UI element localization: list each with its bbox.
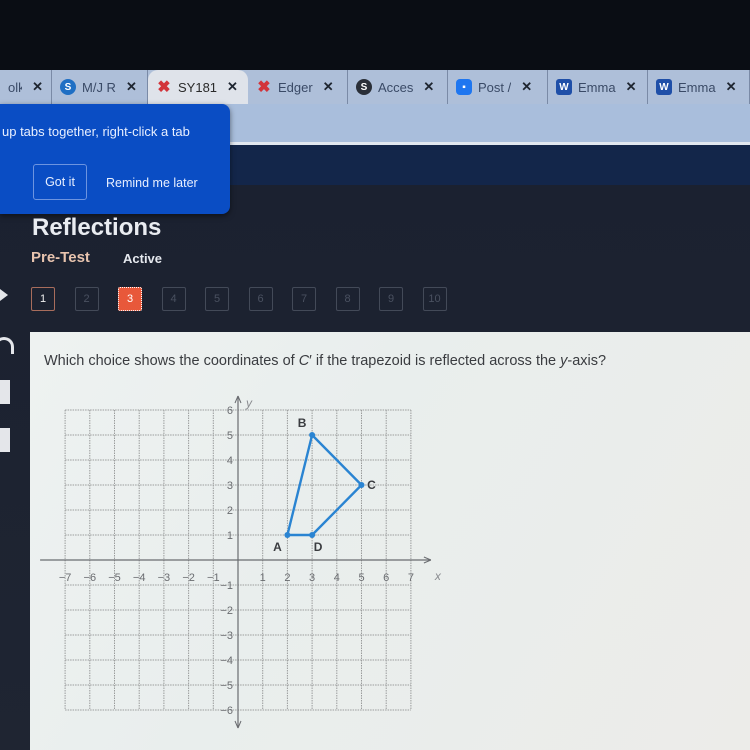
question-nav-button-2[interactable]: 2 [74, 287, 99, 311]
y-tick-label: 2 [227, 505, 233, 517]
y-tick-label: 3 [227, 480, 233, 492]
got-it-button[interactable]: Got it [33, 164, 87, 200]
vertex-point-D [309, 532, 316, 538]
x-tick-label: 2 [284, 572, 290, 584]
y-axis-label: y [245, 396, 253, 410]
x-tick-label: −5 [108, 572, 121, 584]
popup-text: up tabs together, right-click a tab [2, 124, 190, 139]
remind-me-later-button[interactable]: Remind me later [106, 176, 198, 190]
x-tick-label: 5 [358, 572, 364, 584]
question-nav-button-3[interactable]: 3 [118, 287, 142, 311]
pointer-icon[interactable] [0, 289, 8, 301]
edgenuity-x-icon: ✖ [257, 79, 271, 96]
x-tick-label: −1 [207, 572, 220, 584]
tab-close-icon[interactable]: ✕ [521, 79, 532, 95]
question-nav-button-6[interactable]: 6 [248, 287, 273, 311]
word-icon: W [556, 79, 572, 95]
zoom-camera-icon: ▪ [456, 79, 472, 95]
vertex-label-B: B [298, 416, 307, 430]
question-text: Which choice shows the coordinates of C′… [44, 353, 606, 369]
y-tick-label: −4 [220, 655, 233, 667]
question-prefix: Which choice shows the coordinates of [44, 353, 299, 369]
x-tick-label: 4 [334, 572, 340, 584]
page-title: Reflections [32, 214, 162, 241]
question-nav-button-9[interactable]: 9 [379, 287, 403, 311]
x-tick-label: 3 [309, 572, 315, 584]
tab-label: SY181 [178, 79, 218, 95]
browser-tab[interactable]: ✖ Edger ✕ [248, 70, 348, 104]
activity-type: Pre-Test [31, 249, 90, 266]
browser-tab[interactable]: olk k ✕ [0, 70, 52, 104]
question-nav-button-8[interactable]: 8 [335, 287, 360, 311]
x-tick-label: −2 [182, 572, 195, 584]
x-tick-label: −4 [133, 572, 146, 584]
browser-tab-strip: olk k ✕ S M/J R ✕ ✖ SY181 ✕ ✖ Edger ✕ S Acces ✕ ▪ Post … [0, 70, 750, 104]
y-tick-label: 1 [227, 530, 233, 542]
x-tick-label: −6 [84, 572, 97, 584]
y-tick-label: −1 [220, 580, 233, 592]
y-tick-label: 6 [227, 405, 233, 417]
browser-tab[interactable]: ▪ Post / ✕ [448, 70, 548, 104]
question-nav-button-10[interactable]: 10 [422, 287, 447, 311]
question-nav-button-7[interactable]: 7 [292, 287, 316, 311]
tab-label: Emma [578, 79, 616, 95]
vertex-point-B [309, 432, 316, 438]
tab-label: olk k [8, 79, 23, 95]
activity-status: Active [123, 251, 163, 266]
browser-tab[interactable]: S M/J R ✕ [52, 70, 148, 104]
browser-tab[interactable]: ✖ SY181 ✕ [148, 70, 248, 104]
word-icon: W [656, 79, 672, 95]
tab-label: M/J R [82, 79, 116, 95]
tab-label: Acces [378, 79, 414, 95]
question-suffix: -axis? [567, 353, 607, 369]
question-nav-button-4[interactable]: 4 [161, 287, 186, 311]
tab-close-icon[interactable]: ✕ [126, 79, 137, 95]
y-tick-label: −5 [220, 680, 233, 692]
vertex-point-A [284, 532, 291, 538]
tab-grouping-tip-popup: up tabs together, right-click a tab Got … [0, 104, 230, 214]
sharepoint-icon: S [356, 79, 372, 95]
x-tick-label: 1 [260, 572, 266, 584]
tab-close-icon[interactable]: ✕ [423, 79, 434, 95]
edgenuity-x-icon: ✖ [157, 79, 171, 96]
x-tick-label: 6 [383, 572, 389, 584]
x-axis-label: x [434, 569, 442, 583]
tab-close-icon[interactable]: ✕ [227, 79, 238, 95]
x-tick-label: 7 [408, 572, 414, 584]
calculator-icon[interactable] [0, 380, 10, 404]
y-tick-label: −2 [220, 605, 233, 617]
tab-close-icon[interactable]: ✕ [626, 79, 637, 95]
tab-label: Edger [278, 79, 313, 95]
tab-close-icon[interactable]: ✕ [323, 79, 334, 95]
y-tick-label: −3 [220, 630, 233, 642]
vertex-label-D: D [314, 540, 323, 554]
s-circle-icon: S [60, 79, 76, 95]
vertex-label-A: A [273, 540, 282, 554]
vertex-label-C: C [367, 478, 376, 492]
question-var: C [298, 353, 310, 369]
tab-label: Emma [678, 79, 716, 95]
y-tick-label: 5 [227, 430, 233, 442]
tab-label: Post / [478, 79, 512, 95]
tab-close-icon[interactable]: ✕ [32, 79, 43, 95]
tab-close-icon[interactable]: ✕ [726, 79, 737, 95]
question-nav-button-1[interactable]: 1 [31, 287, 55, 311]
y-tick-label: 4 [227, 455, 233, 467]
browser-tab[interactable]: S Acces ✕ [348, 70, 448, 104]
browser-tab[interactable]: W Emma ✕ [648, 70, 750, 104]
x-tick-label: −3 [158, 572, 171, 584]
reference-icon[interactable] [0, 428, 10, 452]
y-tick-label: −6 [220, 705, 233, 717]
vertex-point-C [358, 482, 365, 488]
question-middle: ′ if the trapezoid is reflected across t… [309, 353, 561, 369]
question-nav-button-5[interactable]: 5 [205, 287, 229, 311]
browser-tab[interactable]: W Emma ✕ [548, 70, 648, 104]
coordinate-graph: xy−7 −6 −5 −4 −3 −2 −1 1 2 3 4 5 6 7654321−1−2−3−4−5−… [40, 395, 442, 729]
x-tick-label: −7 [59, 572, 72, 584]
